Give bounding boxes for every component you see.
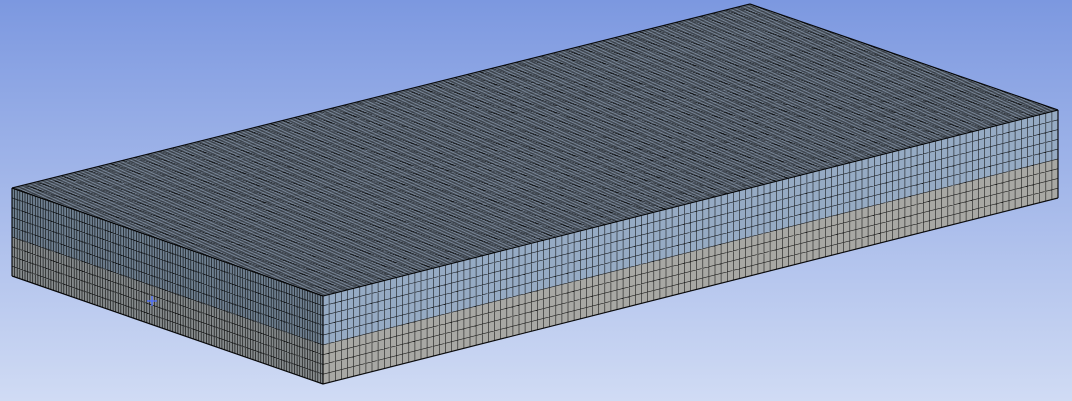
graphics-viewport[interactable] bbox=[0, 0, 1072, 401]
mesh-scene[interactable] bbox=[0, 0, 1072, 401]
